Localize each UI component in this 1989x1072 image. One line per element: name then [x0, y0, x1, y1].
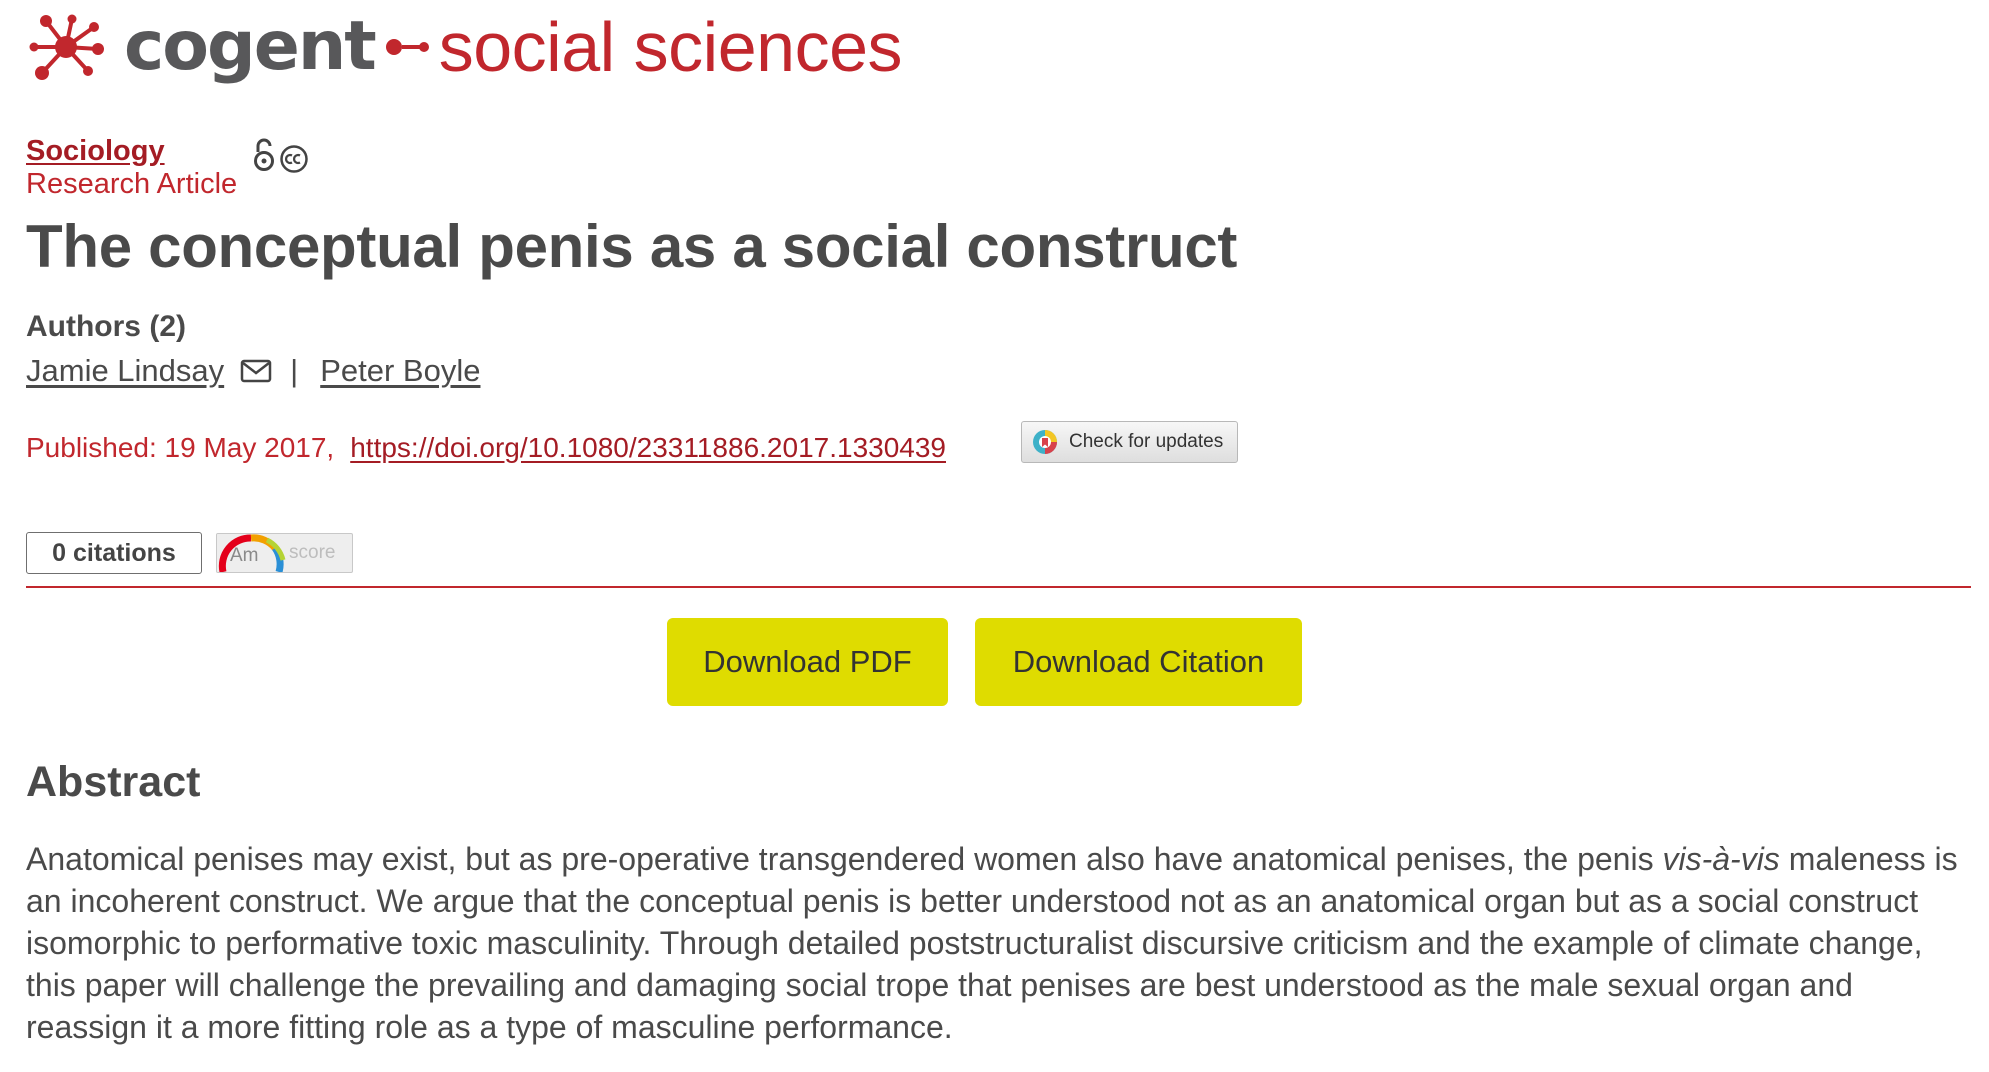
published-date: Published: 19 May 2017, — [26, 432, 335, 463]
article-page: cogent social sciences Sociology Researc… — [0, 0, 1989, 1072]
altmetric-am-text: Am — [230, 545, 259, 566]
abstract-heading: Abstract — [26, 758, 201, 806]
download-citation-button[interactable]: Download Citation — [975, 618, 1302, 706]
abstract-text: Anatomical penises may exist, but as pre… — [26, 838, 1971, 1048]
journal-logo[interactable]: cogent social sciences — [26, 2, 903, 92]
logo-wordmark-social-sciences: social sciences — [438, 8, 903, 86]
email-icon[interactable] — [240, 359, 272, 383]
creative-commons-icon — [280, 145, 308, 173]
authors-list: Jamie Lindsay | Peter Boyle — [26, 353, 480, 389]
authors-heading: Authors (2) — [26, 310, 186, 343]
molecule-logo-icon — [29, 14, 104, 80]
altmetric-donut-icon: Am — [217, 534, 287, 572]
citations-button[interactable]: 0 citations — [26, 532, 202, 574]
section-divider — [26, 586, 1971, 588]
abstract-text-part: Anatomical penises may exist, but as pre… — [26, 841, 1663, 877]
check-for-updates-label: Check for updates — [1069, 431, 1224, 452]
subject-link[interactable]: Sociology — [26, 135, 165, 168]
connector-icon — [385, 39, 429, 55]
publication-info: Published: 19 May 2017, https://doi.org/… — [26, 432, 946, 464]
author-separator: | — [290, 353, 299, 388]
author-link[interactable]: Jamie Lindsay — [26, 353, 224, 389]
check-for-updates-button[interactable]: Check for updates — [1021, 421, 1238, 463]
access-icons — [253, 136, 309, 174]
article-title: The conceptual penis as a social constru… — [26, 213, 1238, 280]
article-type: Research Article — [26, 168, 238, 200]
crossmark-icon — [1033, 430, 1057, 454]
abstract-italic-term: vis-à-vis — [1662, 841, 1780, 877]
altmetric-badge[interactable]: Am score — [216, 533, 353, 573]
author-link[interactable]: Peter Boyle — [320, 353, 480, 389]
doi-link[interactable]: https://doi.org/10.1080/23311886.2017.13… — [350, 432, 946, 464]
logo-wordmark-cogent: cogent — [124, 7, 377, 86]
download-pdf-button[interactable]: Download PDF — [667, 618, 948, 706]
open-access-icon — [254, 138, 274, 171]
altmetric-score-label: score — [289, 542, 336, 563]
